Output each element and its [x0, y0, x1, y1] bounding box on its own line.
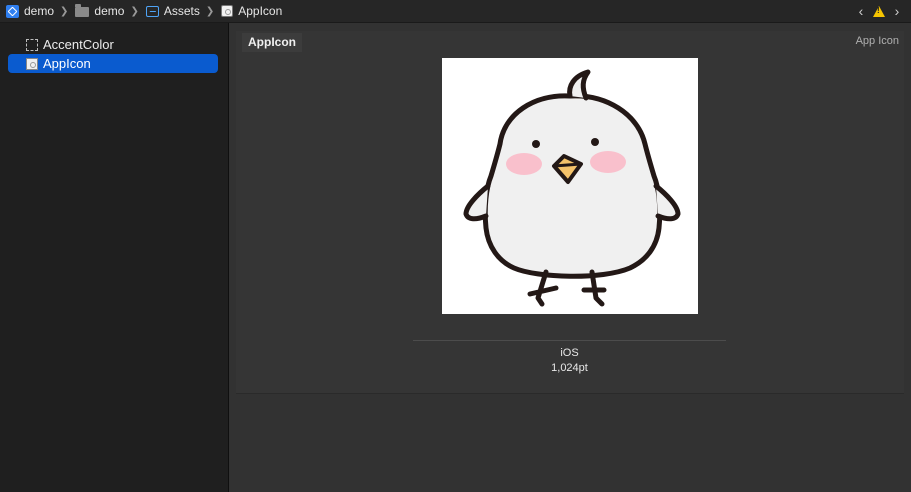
icon-image-well[interactable] [442, 58, 698, 314]
slot-platform-label: iOS [560, 347, 579, 359]
navigation-controls: ‹ › [855, 0, 903, 22]
breadcrumb-label: demo [94, 4, 125, 18]
breadcrumb-label: Assets [163, 4, 200, 18]
warning-triangle-icon[interactable] [873, 5, 885, 17]
jump-bar: demo ❯ demo ❯ Assets ❯ AppIcon ‹ › [0, 0, 911, 23]
breadcrumb-separator: ❯ [130, 5, 139, 17]
asset-editor: AppIcon App Icon iOS 1,024pt [229, 23, 911, 492]
chevron-right-icon[interactable]: › [891, 3, 903, 19]
sidebar-item-label: AppIcon [43, 56, 91, 71]
breadcrumb-separator: ❯ [60, 5, 69, 17]
asset-list-sidebar: AccentColor AppIcon [0, 23, 229, 492]
slot-size-label: 1,024pt [551, 362, 588, 374]
color-set-icon [26, 38, 38, 51]
app-icon-set-icon [26, 57, 38, 70]
app-icon-set-icon [221, 5, 234, 17]
folder-icon [75, 3, 90, 17]
breadcrumb-label: AppIcon [238, 4, 283, 18]
breadcrumb-item-appicon[interactable]: AppIcon [221, 4, 282, 18]
xcode-project-icon [6, 4, 19, 18]
icon-set-panel: AppIcon App Icon iOS 1,024pt [236, 31, 904, 394]
sidebar-item-appicon[interactable]: AppIcon [8, 54, 218, 73]
asset-type-label: App Icon [855, 35, 899, 47]
breadcrumb-item-folder[interactable]: demo [75, 3, 125, 18]
sidebar-item-accentcolor[interactable]: AccentColor [8, 35, 218, 54]
slot-divider [413, 340, 726, 341]
breadcrumb-separator: ❯ [205, 5, 215, 17]
sidebar-item-label: AccentColor [43, 37, 114, 52]
asset-title: AppIcon [242, 33, 302, 52]
breadcrumb-item-project[interactable]: demo [0, 4, 54, 18]
chevron-left-icon[interactable]: ‹ [855, 3, 867, 19]
asset-catalog-icon [145, 5, 159, 17]
cartoon-bird-icon [463, 69, 681, 307]
breadcrumb-item-assets[interactable]: Assets [145, 4, 200, 18]
breadcrumb-label: demo [24, 4, 55, 18]
